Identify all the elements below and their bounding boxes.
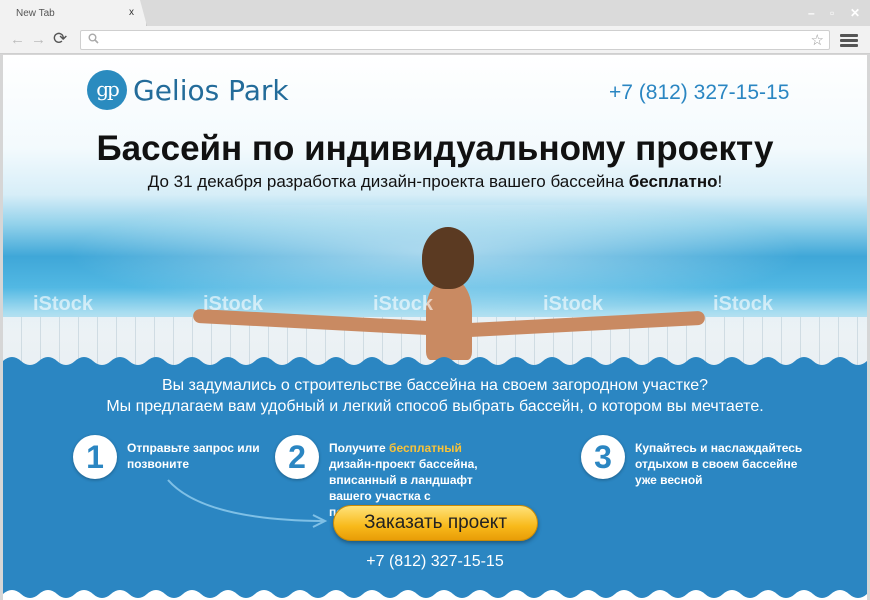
- tab-new-tab[interactable]: New Tab x: [0, 0, 147, 26]
- tab-close-icon[interactable]: x: [129, 7, 134, 18]
- watermark: iStock: [543, 293, 604, 315]
- address-bar[interactable]: ☆: [80, 30, 830, 50]
- search-icon: [88, 33, 99, 47]
- step-text: Отправьте запрос или позвоните: [127, 441, 260, 471]
- watermark: iStock: [203, 293, 264, 315]
- watermark: iStock: [33, 293, 94, 315]
- page-title: Бассейн по индивидуальному проекту: [96, 129, 774, 168]
- wave-divider-bottom: [3, 590, 867, 600]
- watermark: iStock: [713, 293, 774, 315]
- free-emphasis: бесплатно: [628, 172, 718, 191]
- browser-toolbar: ← → ⟳ ☆: [0, 26, 870, 54]
- footer-phone[interactable]: +7 (812) 327-15-15: [3, 553, 867, 571]
- close-icon[interactable]: ✕: [850, 6, 860, 20]
- wave-divider-top: [3, 357, 867, 371]
- tab-title: New Tab: [16, 8, 55, 19]
- maximize-icon[interactable]: ▫: [830, 6, 834, 20]
- step-text: Купайтесь и наслаждайтесь отдыхом в свое…: [635, 441, 803, 487]
- back-icon[interactable]: ←: [10, 31, 25, 48]
- brand-name[interactable]: Gelios Park: [133, 74, 289, 107]
- menu-icon[interactable]: [840, 34, 858, 48]
- hero-image: iStock iStock iStock iStock iStock gp Ge…: [3, 55, 867, 365]
- forward-icon[interactable]: →: [31, 31, 46, 48]
- free-highlight: бесплатный: [389, 441, 462, 455]
- watermark: iStock: [373, 293, 434, 315]
- order-project-button[interactable]: Заказать проект: [333, 505, 538, 541]
- page-viewport: iStock iStock iStock iStock iStock gp Ge…: [3, 55, 867, 600]
- step-number: 3: [581, 435, 625, 479]
- reload-icon[interactable]: ⟳: [53, 29, 67, 49]
- minimize-icon[interactable]: –: [808, 6, 815, 20]
- browser-window: New Tab x – ▫ ✕ ← → ⟳ ☆ iStock iStock iS…: [0, 0, 870, 600]
- step-number: 1: [73, 435, 117, 479]
- bookmark-star-icon[interactable]: ☆: [811, 31, 824, 49]
- watermark-row: iStock iStock iStock iStock iStock: [3, 293, 867, 323]
- logo-icon[interactable]: gp: [87, 70, 127, 110]
- step-number: 2: [275, 435, 319, 479]
- arrow-icon: [167, 479, 328, 528]
- tab-bar: New Tab x – ▫ ✕: [0, 0, 870, 26]
- subheadline: До 31 декабря разработка дизайн-проекта …: [147, 172, 723, 191]
- intro-text: Вы задумались о строительстве бассейна н…: [106, 377, 764, 415]
- header-phone[interactable]: +7 (812) 327-15-15: [609, 81, 789, 105]
